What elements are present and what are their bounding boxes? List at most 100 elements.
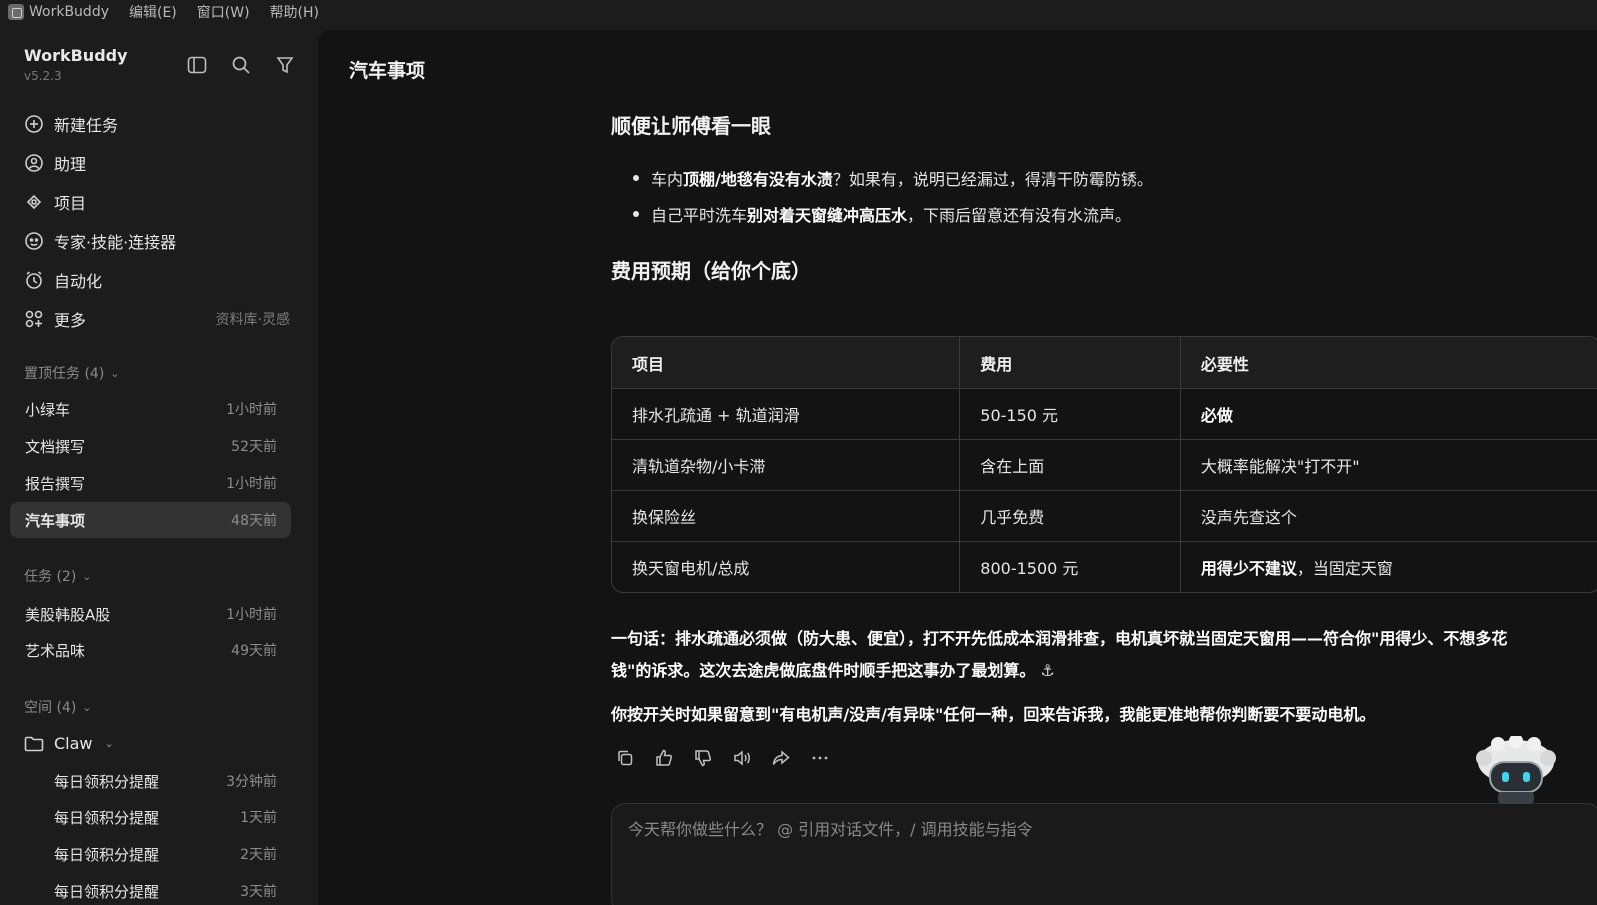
nav-more[interactable]: 更多 资料库·灵感 xyxy=(14,299,304,338)
bold-text: 别对着天窗缝冲高压水 xyxy=(747,206,908,225)
table-cell: 800-1500 元 xyxy=(959,542,1180,592)
folder-task-item[interactable]: 每日领积分提醒 3分钟前 xyxy=(10,763,291,799)
nav-label: 新建任务 xyxy=(54,115,119,135)
task-title: 美股韩股A股 xyxy=(25,605,111,624)
task-title: 每日领积分提醒 xyxy=(54,845,160,864)
folder-claw[interactable]: Claw ⌄ xyxy=(24,734,114,753)
task-time: 3分钟前 xyxy=(226,774,277,790)
spaces-section-header[interactable]: 空间 (4) ⌄ xyxy=(24,697,92,717)
nav-automation[interactable]: 自动化 xyxy=(14,260,304,299)
task-time: 3天前 xyxy=(240,884,277,900)
folder-task-item[interactable]: 每日领积分提醒 3天前 xyxy=(10,873,291,905)
filter-icon[interactable] xyxy=(274,54,296,76)
pinned-section-header[interactable]: 置顶任务 (4) ⌄ xyxy=(24,363,120,383)
table-header-cell: 费用 xyxy=(959,337,1180,388)
menu-edit[interactable]: 编辑(E) xyxy=(129,2,177,22)
bold-text: 排水疏通必须做（防大患、便宜），打不开先低成本润滑排查，电机真坏就当固定天窗用—… xyxy=(675,629,1508,648)
table-cell: 换保险丝 xyxy=(632,508,697,527)
summary-paragraph: 一句话：排水疏通必须做（防大患、便宜），打不开先低成本润滑排查，电机真坏就当固定… xyxy=(611,623,1586,687)
pinned-task-item-active[interactable]: 汽车事项 48天前 xyxy=(10,502,291,538)
nav-label: 更多 xyxy=(54,310,87,330)
sidebar-toolbar xyxy=(186,54,318,76)
expert-icon xyxy=(24,231,44,251)
project-icon xyxy=(24,192,44,212)
bold-text: 钱"的诉求。这次去途虎做底盘件时顺手把这事办了最划算。 xyxy=(611,661,1036,680)
text: 自己平时洗车 xyxy=(651,206,748,225)
followup-paragraph: 你按开关时如果留意到"有电机声/没声/有异味"任何一种，回来告诉我，我能更准地帮… xyxy=(611,699,1586,731)
pinned-task-item[interactable]: 小绿车 1小时前 xyxy=(10,391,291,427)
task-title: 文档撰写 xyxy=(25,437,86,456)
task-title: 每日领积分提醒 xyxy=(54,808,160,827)
main-panel: 汽车事项 顺便让师傅看一眼 车内 顶棚/地毯有没有水渍 ？如果有，说明已经漏过，得清… xyxy=(318,30,1597,905)
table-cell: 换天窗电机/总成 xyxy=(632,559,750,578)
nav-experts[interactable]: 专家·技能·连接器 xyxy=(14,221,304,260)
app-logo-icon xyxy=(8,4,24,20)
summary-line: 一句话：排水疏通必须做（防大患、便宜），打不开先低成本润滑排查，电机真坏就当固定… xyxy=(611,623,1586,655)
section-heading: 费用预期（给你个底） xyxy=(611,259,811,283)
nav-label: 助理 xyxy=(54,154,87,174)
folder-task-item[interactable]: 每日领积分提醒 1天前 xyxy=(10,799,291,835)
app-menu[interactable]: WorkBuddy xyxy=(0,4,109,20)
chevron-down-icon: ⌄ xyxy=(104,737,114,750)
bold-text: 你按开关时如果留意到"有电机声/没声/有异味"任何一种，回来告诉我，我能更准地帮… xyxy=(611,705,1376,724)
anchor-icon: ⚓ xyxy=(1040,661,1055,680)
share-icon[interactable] xyxy=(769,746,793,770)
task-title: 每日领积分提醒 xyxy=(54,882,160,901)
nav-project[interactable]: 项目 xyxy=(14,182,304,221)
table-cell: 含在上面 xyxy=(959,440,1180,490)
task-title: 报告撰写 xyxy=(25,474,86,493)
list-item: 车内 顶棚/地毯有没有水渍 ？如果有，说明已经漏过，得清干防霉防锈。 xyxy=(633,160,1153,196)
brand-name: WorkBuddy xyxy=(24,46,128,65)
bold-text: 用得少不建议 xyxy=(1200,559,1297,578)
nav-label: 专家·技能·连接器 xyxy=(54,232,177,252)
chat-input-box[interactable] xyxy=(611,803,1597,905)
menu-window[interactable]: 窗口(W) xyxy=(197,2,250,22)
chat-input[interactable] xyxy=(628,816,1528,842)
assistant-icon xyxy=(24,153,44,173)
nav-assistant[interactable]: 助理 xyxy=(14,143,304,182)
table-cell: 必做 xyxy=(1179,389,1597,439)
chevron-down-icon: ⌄ xyxy=(82,700,92,714)
nav-label: 项目 xyxy=(54,193,87,213)
pinned-header-label: 置顶任务 (4) xyxy=(24,366,105,382)
app-name: WorkBuddy xyxy=(29,4,109,20)
text: ，下雨后留意还有没有水流声。 xyxy=(907,206,1132,225)
tasks-header-label: 任务 (2) xyxy=(24,569,77,585)
table-row: 换天窗电机/总成 800-1500 元 用得少不建议 ，当固定天窗 xyxy=(612,541,1597,592)
task-item[interactable]: 美股韩股A股 1小时前 xyxy=(10,596,291,632)
sidebar-toggle-icon[interactable] xyxy=(186,54,208,76)
thumbs-up-icon[interactable] xyxy=(652,746,676,770)
task-item[interactable]: 艺术品味 49天前 xyxy=(10,632,291,668)
tasks-section-header[interactable]: 任务 (2) ⌄ xyxy=(24,566,92,586)
more-icon[interactable] xyxy=(808,746,832,770)
pinned-task-item[interactable]: 文档撰写 52天前 xyxy=(10,428,291,464)
task-time: 2天前 xyxy=(240,847,277,863)
table-cell: 没声先查这个 xyxy=(1179,491,1597,541)
table-header-row: 项目 费用 必要性 xyxy=(612,337,1597,388)
copy-icon[interactable] xyxy=(613,746,637,770)
menu-help[interactable]: 帮助(H) xyxy=(270,2,319,22)
robot-mascot-icon[interactable] xyxy=(1474,734,1558,806)
bold-text: 必做 xyxy=(1200,406,1233,425)
text: ，当固定天窗 xyxy=(1296,559,1393,578)
section-heading: 顺便让师傅看一眼 xyxy=(611,114,771,138)
pinned-task-item[interactable]: 报告撰写 1小时前 xyxy=(10,465,291,501)
task-time: 48天前 xyxy=(231,513,277,529)
search-icon[interactable] xyxy=(230,54,252,76)
cost-table: 项目 费用 必要性 排水孔疏通 + 轨道润滑 50-150 元 必做 清轨道杂物… xyxy=(611,336,1597,593)
nav-more-hint: 资料库·灵感 xyxy=(215,311,290,328)
thumbs-down-icon[interactable] xyxy=(691,746,715,770)
table-row: 换保险丝 几乎免费 没声先查这个 xyxy=(612,490,1597,541)
table-cell: 几乎免费 xyxy=(959,491,1180,541)
speaker-icon[interactable] xyxy=(730,746,754,770)
nav-new-task[interactable]: 新建任务 xyxy=(14,104,304,143)
folder-task-item[interactable]: 每日领积分提醒 2天前 xyxy=(10,836,291,872)
nav-label: 自动化 xyxy=(54,271,103,291)
table-row: 清轨道杂物/小卡滞 含在上面 大概率能解决"打不开" xyxy=(612,439,1597,490)
grid-icon xyxy=(24,309,44,329)
spaces-header-label: 空间 (4) xyxy=(24,700,77,716)
chevron-down-icon: ⌄ xyxy=(82,569,92,583)
table-cell: 清轨道杂物/小卡滞 xyxy=(632,457,766,476)
version-label: v5.2.3 xyxy=(24,69,62,83)
bold-text: 顶棚/地毯有没有水渍 xyxy=(683,170,833,189)
